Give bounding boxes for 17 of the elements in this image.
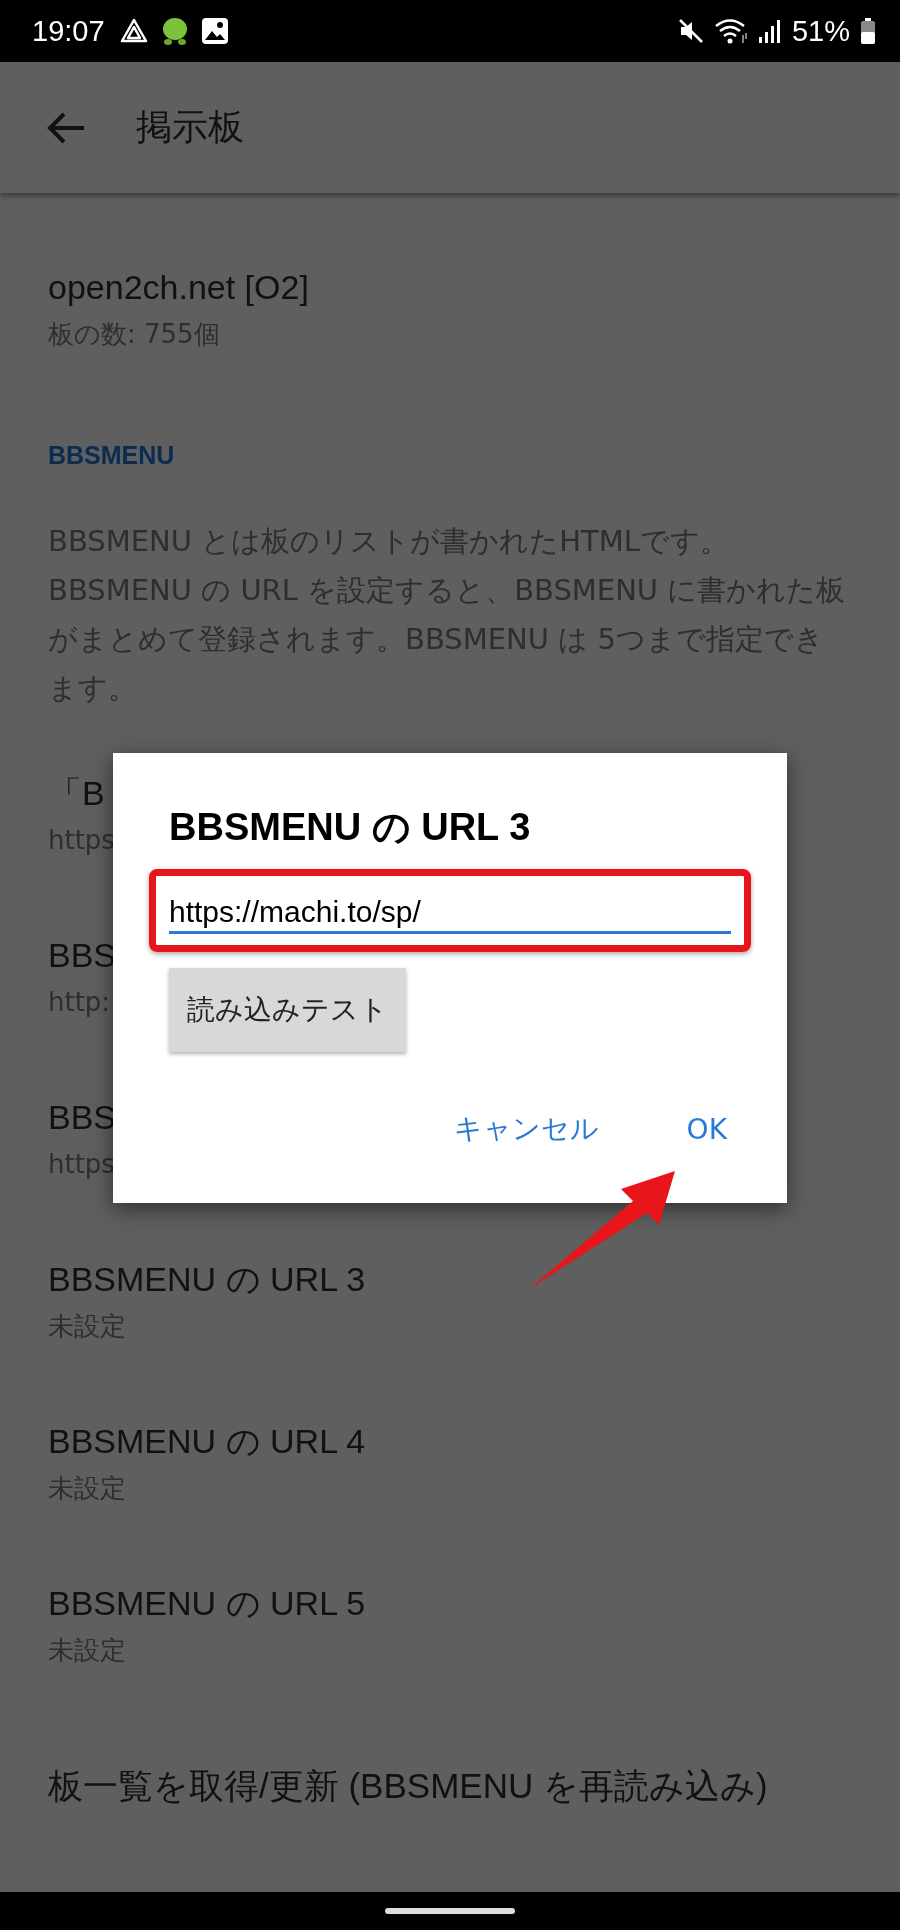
image-icon: [200, 17, 229, 45]
clock: 19:07: [32, 14, 105, 48]
screen-title: 掲示板: [136, 105, 244, 149]
section-header: BBSMENU: [48, 440, 176, 471]
triangle-icon: [118, 17, 149, 45]
dialog-action-button[interactable]: キャンセル: [449, 1102, 603, 1156]
dialog-title: BBSMENU の URL 3: [169, 805, 532, 849]
home-handle[interactable]: [385, 1908, 515, 1914]
signal-icon: [757, 18, 782, 44]
mute-icon: [677, 18, 704, 44]
settings-item[interactable]: 板一覧を取得/更新 (BBSMENU を再読み込み): [48, 1705, 852, 1867]
wifi-icon: [713, 17, 748, 45]
battery-icon: [860, 17, 876, 45]
battery-percent: 51%: [791, 14, 850, 48]
load-test-button[interactable]: 読み込みテスト: [169, 968, 406, 1052]
dialog-action-button[interactable]: OK: [682, 1102, 731, 1156]
url-input-field[interactable]: https://machi.to/sp/: [169, 891, 731, 934]
